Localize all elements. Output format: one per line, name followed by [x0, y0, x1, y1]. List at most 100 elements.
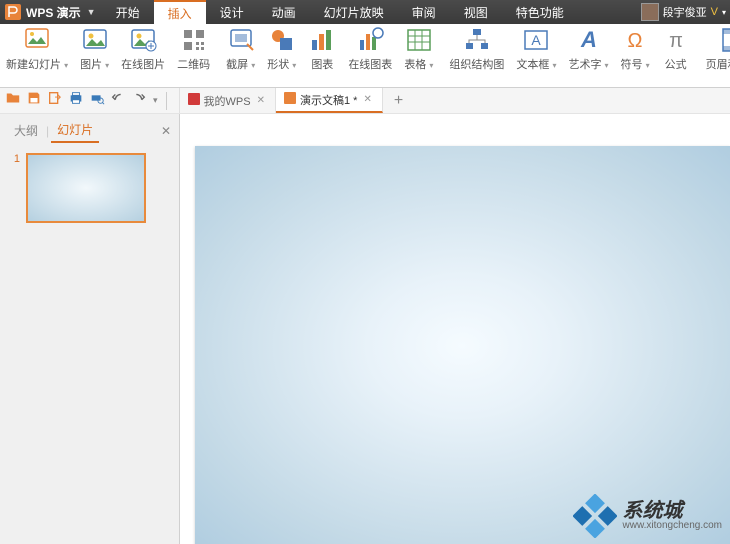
menu-tab-0[interactable]: 开始: [102, 0, 154, 24]
online-picture-icon: [129, 26, 157, 54]
user-badge-icon: V: [711, 6, 718, 18]
ribbon-label: 符号 ▾: [621, 56, 650, 72]
pane-tabs: 大纲 | 幻灯片 ✕: [0, 114, 179, 143]
ribbon-label: 公式: [665, 56, 687, 72]
wordart-icon: A: [575, 26, 603, 54]
picture-icon: [81, 26, 109, 54]
equation-icon: π: [662, 26, 690, 54]
list-item: 1: [10, 153, 169, 223]
slide-number: 1: [10, 153, 20, 165]
ribbon-orgchart-button[interactable]: 组织结构图: [443, 26, 510, 72]
close-tab-icon[interactable]: ✕: [361, 94, 373, 105]
redo-icon: [131, 90, 147, 111]
ribbon-label: 页眉和页脚: [706, 56, 730, 72]
shapes-icon: [268, 26, 296, 54]
menu-tab-1[interactable]: 插入: [154, 0, 206, 24]
ribbon-online-chart-button[interactable]: 在线图表: [342, 26, 398, 72]
document-tab-1[interactable]: 演示文稿1 * ✕: [276, 88, 383, 113]
menu-tabs: 开始插入设计动画幻灯片放映审阅视图特色功能: [102, 0, 578, 24]
watermark: 系统城 www.xitongcheng.com: [573, 494, 723, 538]
menu-tab-5[interactable]: 审阅: [398, 0, 450, 24]
ribbon-shapes-button[interactable]: 形状 ▾: [261, 26, 302, 72]
document-tab-0[interactable]: 我的WPS ✕: [179, 88, 276, 113]
folder-open-icon: [5, 90, 21, 111]
menu-tab-2[interactable]: 设计: [206, 0, 258, 24]
ribbon-label: 在线图表: [348, 56, 392, 72]
svg-text:Ω: Ω: [628, 30, 643, 52]
ribbon-screenshot-button[interactable]: 截屏 ▾: [220, 26, 261, 72]
close-tab-icon[interactable]: ✕: [255, 95, 267, 106]
tab-slides[interactable]: 幻灯片: [51, 118, 99, 143]
tab-outline[interactable]: 大纲: [8, 119, 44, 142]
ribbon-table-button[interactable]: 表格 ▾: [398, 26, 439, 72]
ribbon-online-pic-button[interactable]: 在线图片: [115, 26, 171, 72]
ribbon-label: 文本框 ▾: [516, 56, 556, 72]
qat-export-button[interactable]: [46, 92, 64, 110]
user-area[interactable]: 段宇俊亚 V ▾: [641, 3, 730, 21]
app-menu-dropdown-icon[interactable]: ▼: [87, 7, 96, 17]
doc-tab-label: 我的WPS: [204, 93, 251, 109]
ribbon-textbox-button[interactable]: A 文本框 ▾: [510, 26, 562, 72]
editor-area: [180, 114, 730, 544]
screenshot-icon: [227, 26, 255, 54]
ribbon: 新建幻灯片 ▾ 图片 ▾ 在线图片二维码截屏 ▾ 形状 ▾ 图表在线图表表格 ▾ 组织结构…: [0, 24, 730, 88]
qat-open-button[interactable]: [4, 92, 22, 110]
app-logo-icon: [4, 3, 22, 21]
menu-tab-7[interactable]: 特色功能: [502, 0, 578, 24]
avatar-icon: [641, 3, 659, 21]
qat-undo-button[interactable]: [109, 92, 127, 110]
doc-tab-label: 演示文稿1 *: [300, 92, 357, 108]
ribbon-label: 新建幻灯片 ▾: [6, 56, 68, 72]
qat-print-preview-button[interactable]: [88, 92, 106, 110]
divider: |: [46, 124, 49, 138]
wps-icon: [188, 93, 200, 108]
ribbon-picture-button[interactable]: 图片 ▾: [74, 26, 115, 72]
chart-icon: [308, 26, 336, 54]
side-panel: 大纲 | 幻灯片 ✕ 1: [0, 114, 180, 544]
chevron-down-icon: ▾: [722, 8, 726, 17]
ribbon-new-slide-button[interactable]: 新建幻灯片 ▾: [0, 26, 74, 72]
document-tabs: 我的WPS ✕ 演示文稿1 * ✕: [179, 88, 383, 113]
ribbon-wordart-button[interactable]: A 艺术字 ▾: [562, 26, 614, 72]
ribbon-chart-button[interactable]: 图表: [302, 26, 342, 72]
slide-canvas[interactable]: [195, 146, 730, 544]
app-name: WPS 演示: [26, 4, 81, 21]
menu-tab-4[interactable]: 幻灯片放映: [310, 0, 398, 24]
qat-redo-button[interactable]: [130, 92, 148, 110]
close-pane-icon[interactable]: ✕: [161, 124, 171, 138]
table-icon: [405, 26, 433, 54]
slide-thumbnail[interactable]: [26, 153, 146, 223]
ribbon-header-footer-button[interactable]: 页眉和页脚: [700, 26, 730, 72]
qat-dropdown-icon[interactable]: ▾: [151, 95, 160, 106]
export-icon: [47, 90, 63, 111]
menu-tab-3[interactable]: 动画: [258, 0, 310, 24]
user-name: 段宇俊亚: [663, 4, 707, 20]
qrcode-icon: [180, 26, 208, 54]
ribbon-label: 图表: [311, 56, 333, 72]
thumbnail-list: 1: [0, 143, 179, 544]
ribbon-label: 艺术字 ▾: [568, 56, 608, 72]
ribbon-symbol-button[interactable]: Ω 符号 ▾: [615, 26, 656, 72]
print-icon: [68, 90, 84, 111]
online-chart-icon: [356, 26, 384, 54]
ribbon-label: 二维码: [177, 56, 210, 72]
header-footer-icon: [719, 26, 730, 54]
ribbon-label: 截屏 ▾: [226, 56, 255, 72]
divider: [166, 92, 167, 110]
undo-icon: [110, 90, 126, 111]
svg-text:A: A: [532, 32, 542, 48]
print-preview-icon: [89, 90, 105, 111]
quick-access-toolbar: ▾ 我的WPS ✕ 演示文稿1 * ✕ +: [0, 88, 730, 114]
symbol-icon: Ω: [621, 26, 649, 54]
ribbon-equation-button[interactable]: π 公式: [656, 26, 696, 72]
textbox-icon: A: [522, 26, 550, 54]
ribbon-qrcode-button[interactable]: 二维码: [171, 26, 216, 72]
qat-save-button[interactable]: [25, 92, 43, 110]
watermark-logo-icon: [573, 494, 617, 538]
ribbon-label: 组织结构图: [449, 56, 504, 72]
svg-text:A: A: [580, 27, 597, 52]
qat-print-button[interactable]: [67, 92, 85, 110]
add-document-button[interactable]: +: [386, 92, 411, 110]
ribbon-label: 图片 ▾: [80, 56, 109, 72]
menu-tab-6[interactable]: 视图: [450, 0, 502, 24]
